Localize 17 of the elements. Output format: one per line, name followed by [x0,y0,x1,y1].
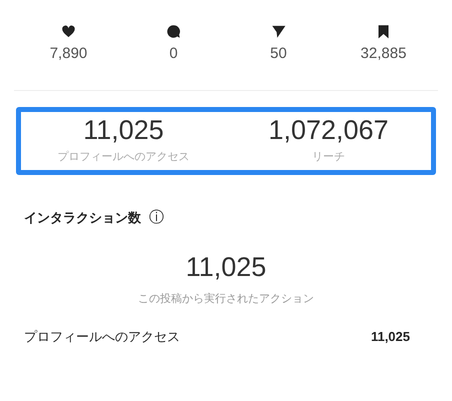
metric-label: プロフィールへのアクセス [56,150,190,166]
row-value: 11,025 [370,328,410,346]
section-title: インタラクション数 [24,209,141,228]
stat-count: 0 [168,44,179,64]
stat-count: 7,890 [48,44,88,64]
metric-label: リーチ [311,150,346,166]
stat-count: 50 [269,44,288,64]
total-caption: この投稿から実行されたアクション [137,292,315,307]
bookmark-icon [376,24,391,39]
row-label: プロフィールへのアクセス [24,328,180,346]
speech-bubble-icon [166,24,181,39]
heart-icon [61,24,76,39]
metric-value: 1,072,067 [267,116,390,146]
metric-value: 11,025 [82,116,165,146]
stat-count: 32,885 [360,44,408,64]
info-icon[interactable]: ⓘ [149,206,164,230]
total-value: 11,025 [184,253,268,283]
